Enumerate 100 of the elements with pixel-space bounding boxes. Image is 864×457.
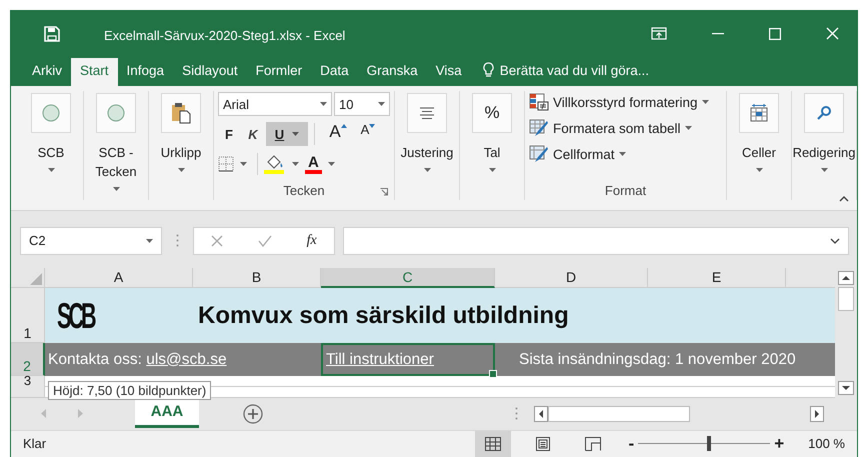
cells-icon: [750, 104, 768, 122]
view-button[interactable]: [474, 430, 511, 457]
maximize-icon[interactable]: [769, 28, 781, 40]
sheet-tab[interactable]: AAA: [135, 398, 199, 428]
conditional-format-icon: [529, 93, 549, 112]
decrease-font-button[interactable]: A: [351, 122, 379, 146]
circle-icon: [42, 104, 60, 122]
caret-icon: [424, 168, 430, 172]
ribbon-display-icon[interactable]: [651, 27, 667, 40]
format-menu-button[interactable]: Villkorsstyrd formatering: [529, 91, 722, 114]
underline-button[interactable]: U: [266, 122, 308, 146]
font-name-dropdown[interactable]: Arial: [218, 92, 332, 116]
caret-icon: [378, 102, 385, 106]
tell-me-field[interactable]: Berätta vad du vill göra...: [500, 58, 650, 86]
ribbon-tab[interactable]: Visa: [426, 58, 471, 86]
ribbon-button[interactable]: SCB: [23, 91, 79, 172]
caret-icon: [292, 132, 300, 136]
horizontal-scrollbar[interactable]: [534, 404, 824, 423]
table-cell[interactable]: Till instruktioner: [321, 343, 495, 376]
more-options-icon: [176, 234, 179, 248]
column-header[interactable]: C: [321, 268, 495, 288]
name-box[interactable]: C2: [20, 226, 162, 255]
minimize-icon[interactable]: [712, 32, 724, 34]
window-title: Excelmall-Särvux-2020-Steg1.xlsx - Excel: [104, 28, 346, 43]
borders-icon[interactable]: [218, 156, 234, 172]
zoom-slider[interactable]: [706, 436, 711, 452]
logo: SCB: [57, 294, 94, 337]
ribbon-button[interactable]: % Tal: [464, 91, 520, 172]
caret-icon: [146, 238, 153, 243]
dialog-launcher-icon[interactable]: [380, 188, 388, 196]
ribbon-button[interactable]: Celler: [731, 91, 787, 172]
caret-icon[interactable]: [240, 162, 247, 166]
caret-icon: [618, 152, 626, 156]
ribbon-button[interactable]: Urklipp: [153, 91, 209, 172]
align-icon: [419, 107, 435, 120]
fill-handle[interactable]: [489, 370, 497, 378]
scroll-up-icon[interactable]: [838, 271, 854, 286]
grid-icon: [484, 436, 501, 451]
ribbon-button[interactable]: Justering: [399, 91, 455, 172]
formula-input[interactable]: [343, 226, 849, 255]
sheet-title: Komvux som särskild utbildning: [198, 302, 569, 330]
collapse-ribbon-icon[interactable]: [839, 196, 849, 202]
scroll-thumb[interactable]: [838, 287, 854, 312]
caret-icon: [756, 168, 762, 172]
font-color-button[interactable]: A: [305, 154, 322, 174]
column-header[interactable]: E: [648, 268, 786, 288]
add-sheet-icon[interactable]: [243, 404, 263, 424]
close-icon[interactable]: [826, 27, 839, 40]
down-caret-icon: [369, 124, 376, 128]
vertical-scrollbar[interactable]: [835, 268, 857, 398]
increase-font-button[interactable]: A: [321, 122, 349, 146]
clipboard-icon: [171, 102, 191, 124]
zoom-level[interactable]: 100 %: [808, 436, 845, 452]
bold-button[interactable]: F: [218, 122, 240, 146]
ribbon-tab[interactable]: Sidlayout: [173, 58, 247, 86]
caret-icon: [178, 168, 184, 172]
instructions-link[interactable]: Till instruktioner: [326, 350, 434, 369]
caret-icon[interactable]: [292, 162, 299, 166]
search-icon: [816, 105, 832, 122]
row-header[interactable]: 3: [11, 376, 45, 398]
ribbon-tab[interactable]: Data: [311, 58, 358, 86]
ribbon-button[interactable]: SCB - Tecken: [88, 91, 144, 192]
column-header[interactable]: B: [193, 268, 321, 288]
checkmark-icon[interactable]: [258, 234, 272, 247]
ribbon-tab[interactable]: Infoga: [118, 58, 174, 86]
scroll-down-icon[interactable]: [838, 381, 854, 396]
lightbulb-icon: [482, 62, 494, 78]
scroll-thumb[interactable]: [548, 406, 690, 422]
row-header[interactable]: 1: [11, 288, 45, 344]
row-header[interactable]: 2: [11, 343, 45, 376]
save-icon[interactable]: [44, 26, 60, 42]
insert-function-button[interactable]: fx: [306, 232, 317, 249]
column-header[interactable]: A: [45, 268, 193, 288]
status-text: Klar: [23, 436, 46, 452]
format-menu-button[interactable]: Formatera som tabell: [529, 117, 722, 140]
scroll-right-icon[interactable]: [810, 406, 824, 422]
expand-caret-icon[interactable]: [830, 238, 840, 244]
caret-icon: [320, 102, 327, 106]
italic-button[interactable]: K: [242, 122, 264, 146]
caret-icon: [48, 168, 54, 172]
caret-icon[interactable]: [328, 162, 335, 166]
column-header[interactable]: D: [495, 268, 648, 288]
caret-icon: [684, 126, 692, 130]
format-menu-button[interactable]: Cellformat: [529, 143, 722, 166]
page-icon: [536, 436, 550, 451]
circle-icon: [107, 104, 125, 122]
deadline-text: Sista insändningsdag: 1 november 2020: [519, 350, 796, 369]
scroll-left-icon[interactable]: [534, 406, 548, 422]
zoom-in-button[interactable]: +: [770, 434, 788, 454]
ribbon-tab[interactable]: Start: [71, 58, 118, 86]
ribbon-tab[interactable]: Formler: [246, 58, 312, 86]
fill-color-icon[interactable]: [264, 154, 286, 174]
email-link[interactable]: uls@scb.se: [146, 350, 227, 369]
contact-label: Kontakta oss:: [48, 350, 142, 369]
ribbon-tab[interactable]: Granska: [358, 58, 427, 86]
font-size-dropdown[interactable]: 10: [334, 92, 390, 116]
table-brush-icon: [529, 119, 549, 138]
up-caret-icon: [340, 124, 347, 128]
ribbon-tab[interactable]: Arkiv: [23, 58, 71, 86]
zoom-out-button[interactable]: -: [624, 434, 638, 454]
